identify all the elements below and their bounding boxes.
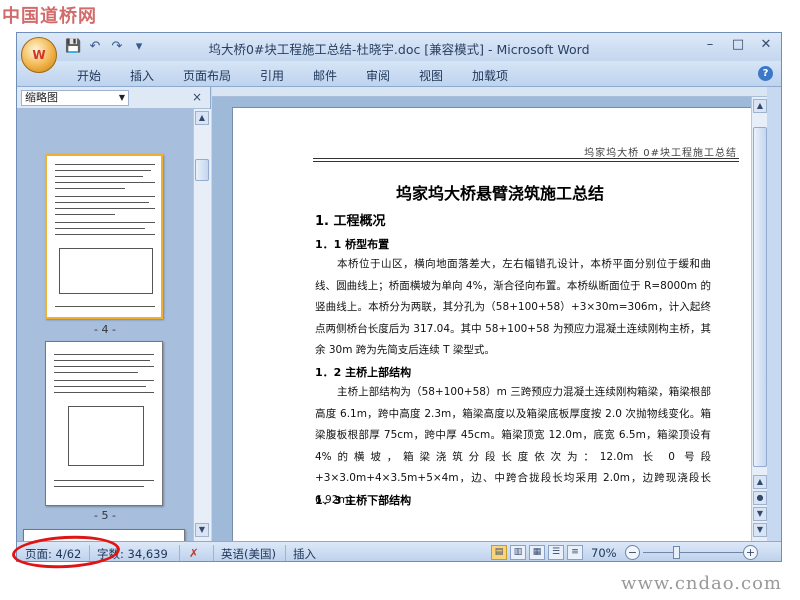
web-layout-view-icon[interactable]: ▦ — [529, 545, 545, 560]
insert-mode-status[interactable]: 插入 — [293, 546, 316, 561]
tab-view[interactable]: 视图 — [419, 67, 443, 84]
thumbnail-page-label: - 4 - — [94, 323, 116, 336]
help-icon[interactable]: ? — [758, 66, 773, 81]
scrollbar-thumb[interactable] — [195, 159, 209, 181]
document-title: 坞家坞大桥悬臂浇筑施工总结 — [395, 184, 604, 203]
chevron-down-icon: ▼ — [118, 93, 125, 102]
status-bar: 页面: 4/62 字数: 34,639 ✗ 英语(美国) 插入 ▤ ▥ ▦ ☰ … — [17, 541, 781, 561]
zoom-slider-handle[interactable] — [673, 546, 681, 559]
scroll-up-icon[interactable]: ▲ — [753, 99, 767, 113]
scroll-up-icon[interactable]: ▲ — [195, 111, 209, 125]
heading-1-3: 1．3 主桥下部结构 — [315, 494, 412, 507]
thumbnail-pane: 缩略图 ▼ × - 4 - - 5 - ▲ ▼ — [17, 87, 211, 541]
paragraph: 本桥位于山区，横向地面落差大，左右幅错孔设计，本桥平面分别位于缓和曲线、圆曲线上… — [315, 258, 711, 356]
page-thumbnail[interactable] — [45, 341, 163, 506]
tab-references[interactable]: 引用 — [260, 67, 284, 84]
drawing-figure — [68, 406, 144, 466]
proofing-icon[interactable]: ✗ — [189, 546, 199, 560]
ribbon-tabs: 开始 插入 页面布局 引用 邮件 审阅 视图 加载项 ? — [17, 61, 781, 87]
thumbnail-scrollbar[interactable]: ▲ ▼ — [193, 109, 211, 541]
watermark-bottom: www.cndao.com — [621, 573, 782, 594]
document-page[interactable]: 坞家坞大桥 0#块工程施工总结 坞家坞大桥悬臂浇筑施工总结 1. 工程概况 1．… — [232, 107, 767, 541]
zoom-out-icon[interactable]: − — [625, 545, 640, 560]
document-area: 坞家坞大桥 0#块工程施工总结 坞家坞大桥悬臂浇筑施工总结 1. 工程概况 1．… — [212, 87, 767, 541]
next-page-icon[interactable]: ▼ — [753, 507, 767, 521]
divider — [285, 545, 286, 561]
screenshot: 中国道桥网 💾 ↶ ↷ ▾ 坞大桥0#块工程施工总结-杜晓宇.doc [兼容模式… — [0, 0, 800, 600]
heading-1-2: 1．2 主桥上部结构 — [315, 366, 412, 379]
office-button[interactable]: W — [21, 37, 57, 73]
zoom-level[interactable]: 70% — [591, 546, 617, 560]
page-header-text: 坞家坞大桥 0#块工程施工总结 — [584, 148, 737, 159]
print-layout-view-icon[interactable]: ▤ — [491, 545, 507, 560]
horizontal-ruler[interactable] — [212, 87, 767, 97]
window-title: 坞大桥0#块工程施工总结-杜晓宇.doc [兼容模式] - Microsoft … — [208, 42, 590, 57]
heading-1: 1. 工程概况 — [315, 214, 386, 229]
title-bar: 💾 ↶ ↷ ▾ 坞大桥0#块工程施工总结-杜晓宇.doc [兼容模式] - Mi… — [17, 33, 781, 61]
zoom-in-icon[interactable]: + — [743, 545, 758, 560]
full-screen-reading-view-icon[interactable]: ▥ — [510, 545, 526, 560]
browse-object-icon[interactable]: ● — [753, 491, 767, 505]
language-status[interactable]: 英语(美国) — [221, 546, 276, 561]
tab-review[interactable]: 审阅 — [366, 67, 390, 84]
thumbnail-pane-header: 缩略图 ▼ × — [17, 87, 210, 109]
tab-home[interactable]: 开始 — [77, 67, 101, 84]
thumbnail-list: - 4 - - 5 - — [17, 109, 193, 541]
draft-view-icon[interactable]: ≡ — [567, 545, 583, 560]
heading-1-1: 1．1 桥型布置 — [315, 238, 390, 251]
tab-mailings[interactable]: 邮件 — [313, 67, 337, 84]
scroll-down-icon[interactable]: ▼ — [753, 523, 767, 537]
maximize-icon[interactable]: □ — [731, 37, 745, 52]
minimize-icon[interactable]: – — [703, 37, 717, 52]
previous-page-icon[interactable]: ▲ — [753, 475, 767, 489]
office-logo-icon: W — [32, 48, 46, 62]
outline-view-icon[interactable]: ☰ — [548, 545, 564, 560]
close-icon[interactable]: ✕ — [759, 37, 773, 52]
header-rule — [313, 158, 739, 159]
close-pane-icon[interactable]: × — [192, 90, 202, 104]
scrollbar-thumb[interactable] — [753, 127, 767, 467]
scroll-down-icon[interactable]: ▼ — [195, 523, 209, 537]
thumbnail-view-dropdown[interactable]: 缩略图 ▼ — [21, 90, 129, 106]
tab-insert[interactable]: 插入 — [130, 67, 154, 84]
page-thumbnail[interactable] — [45, 154, 163, 319]
tab-page-layout[interactable]: 页面布局 — [183, 67, 231, 84]
word-window: 💾 ↶ ↷ ▾ 坞大桥0#块工程施工总结-杜晓宇.doc [兼容模式] - Mi… — [16, 32, 782, 562]
dropdown-label: 缩略图 — [25, 91, 58, 104]
zoom-slider-track[interactable] — [643, 552, 743, 553]
tab-addins[interactable]: 加载项 — [472, 67, 508, 84]
watermark-top: 中国道桥网 — [2, 6, 97, 27]
thumbnail-page-label: - 5 - — [94, 509, 116, 522]
document-scrollbar[interactable]: ▲ ▲ ● ▼ ▼ — [751, 97, 767, 541]
divider — [179, 545, 180, 561]
window-controls: – □ ✕ — [703, 37, 773, 52]
header-rule — [313, 161, 739, 162]
drawing-figure — [59, 248, 153, 294]
divider — [213, 545, 214, 561]
